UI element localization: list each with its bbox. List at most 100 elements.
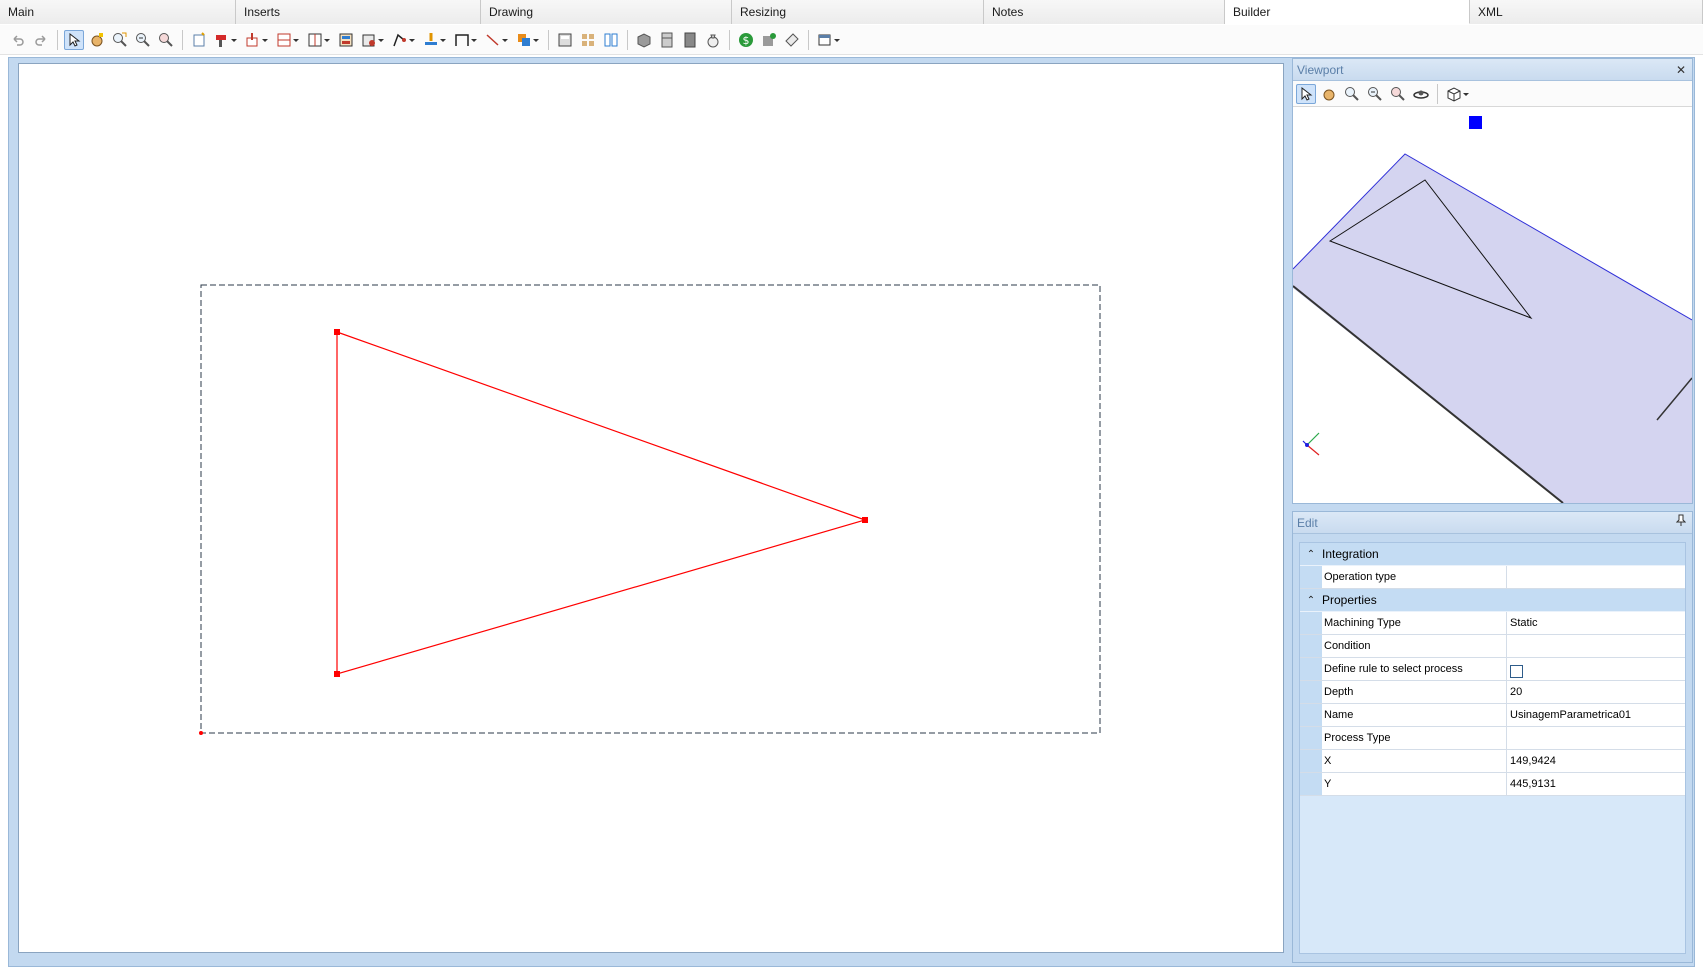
dimension-icon[interactable] — [452, 30, 480, 50]
grid-icon[interactable] — [578, 30, 598, 50]
ribbon-tabs: Main Inserts Drawing Resizing Notes Buil… — [0, 0, 1703, 24]
zoom-extents-icon[interactable] — [1388, 84, 1408, 104]
zoom-extents-icon[interactable] — [156, 30, 176, 50]
collapse-icon[interactable]: ⌃ — [1300, 589, 1322, 611]
orbit-icon[interactable] — [1411, 84, 1431, 104]
tab-inserts[interactable]: Inserts — [236, 0, 481, 24]
cabinet-icon[interactable] — [657, 30, 677, 50]
dollar-icon[interactable]: $ — [736, 30, 756, 50]
edge-icon[interactable] — [359, 30, 387, 50]
zoom-window-icon[interactable] — [110, 30, 130, 50]
line-tool-icon[interactable] — [390, 30, 418, 50]
close-icon[interactable]: ✕ — [1676, 59, 1686, 81]
property-value[interactable]: UsinagemParametrica01 — [1507, 704, 1685, 726]
edit-panel: Edit ⌃ Integration Operation type ⌃ Prop… — [1292, 511, 1693, 963]
property-value[interactable]: 20 — [1507, 681, 1685, 703]
material-icon[interactable] — [759, 30, 779, 50]
zoom-in-icon[interactable] — [1342, 84, 1362, 104]
panel-icon[interactable] — [274, 30, 302, 50]
view-cube-marker[interactable] — [1469, 116, 1482, 129]
property-row-machining-type[interactable]: Machining Type Static — [1300, 612, 1685, 635]
money-bag-icon[interactable] — [703, 30, 723, 50]
vertex-handle-right[interactable] — [862, 517, 868, 523]
copy-icon[interactable] — [514, 30, 542, 50]
origin-point — [199, 731, 203, 735]
viewport-panel: Viewport ✕ — [1292, 58, 1693, 504]
pan-icon[interactable] — [87, 30, 107, 50]
hardware-icon[interactable] — [336, 30, 356, 50]
viewport-toolbar — [1293, 81, 1692, 107]
property-row-process-type[interactable]: Process Type — [1300, 727, 1685, 750]
drill-icon[interactable] — [212, 30, 240, 50]
property-name: Condition — [1322, 635, 1507, 657]
door-icon[interactable] — [680, 30, 700, 50]
insert-part-icon[interactable] — [243, 30, 271, 50]
drawing-canvas[interactable] — [18, 63, 1284, 953]
property-row-operation-type[interactable]: Operation type — [1300, 566, 1685, 589]
property-name: Process Type — [1322, 727, 1507, 749]
property-row-name[interactable]: Name UsinagemParametrica01 — [1300, 704, 1685, 727]
frame-icon[interactable] — [305, 30, 333, 50]
property-row-x[interactable]: X 149,9424 — [1300, 750, 1685, 773]
viewport-svg — [1292, 116, 1693, 504]
tab-xml[interactable]: XML — [1470, 0, 1703, 24]
axis-triad-icon — [1302, 432, 1320, 456]
property-value[interactable]: 445,9131 — [1507, 773, 1685, 795]
select-icon[interactable] — [64, 29, 84, 50]
property-name: X — [1322, 750, 1507, 772]
property-grid: ⌃ Integration Operation type ⌃ Propertie… — [1299, 542, 1686, 954]
category-integration[interactable]: ⌃ Integration — [1300, 543, 1685, 566]
zoom-out-icon[interactable] — [1365, 84, 1385, 104]
property-value[interactable] — [1507, 727, 1685, 749]
viewport-title-bar: Viewport ✕ — [1293, 59, 1692, 81]
collapse-icon[interactable]: ⌃ — [1300, 543, 1322, 565]
undo-icon[interactable] — [8, 30, 28, 50]
property-row-define-rule[interactable]: Define rule to select process — [1300, 658, 1685, 681]
triangle-path[interactable] — [336, 331, 867, 675]
drawing-svg — [199, 284, 1101, 735]
property-row-y[interactable]: Y 445,9131 — [1300, 773, 1685, 796]
svg-text:$: $ — [743, 34, 750, 47]
tab-drawing[interactable]: Drawing — [481, 0, 732, 24]
property-name: Y — [1322, 773, 1507, 795]
new-part-icon[interactable] — [189, 30, 209, 50]
tab-notes[interactable]: Notes — [984, 0, 1225, 24]
define-rule-checkbox[interactable] — [1510, 664, 1523, 678]
viewport-3d-view[interactable] — [1292, 108, 1693, 504]
property-value[interactable]: Static — [1507, 612, 1685, 634]
tab-builder[interactable]: Builder — [1225, 0, 1470, 24]
select-icon[interactable] — [1296, 83, 1316, 104]
box-icon[interactable] — [634, 30, 654, 50]
category-properties[interactable]: ⌃ Properties — [1300, 589, 1685, 612]
vertex-handle-top[interactable] — [334, 329, 340, 335]
category-label: Properties — [1322, 593, 1377, 607]
property-name: Define rule to select process — [1322, 658, 1507, 680]
tab-resizing[interactable]: Resizing — [732, 0, 984, 24]
category-label: Integration — [1322, 547, 1379, 561]
pan-icon[interactable] — [1319, 84, 1339, 104]
pin-icon[interactable] — [421, 30, 449, 50]
label-icon[interactable] — [782, 30, 802, 50]
board-3d — [1293, 154, 1692, 503]
calculator-icon[interactable] — [555, 30, 575, 50]
segment-icon[interactable] — [483, 30, 511, 50]
property-row-condition[interactable]: Condition — [1300, 635, 1685, 658]
vertex-handle-bottom[interactable] — [334, 671, 340, 677]
property-name: Depth — [1322, 681, 1507, 703]
edit-title-bar: Edit — [1293, 512, 1692, 534]
property-name: Name — [1322, 704, 1507, 726]
property-value[interactable] — [1507, 635, 1685, 657]
property-value[interactable]: 149,9424 — [1507, 750, 1685, 772]
tab-main[interactable]: Main — [0, 0, 236, 24]
pin-icon[interactable] — [1675, 512, 1687, 534]
main-toolbar: $ — [0, 25, 1703, 55]
zoom-out-icon[interactable] — [133, 30, 153, 50]
property-row-depth[interactable]: Depth 20 — [1300, 681, 1685, 704]
edit-title: Edit — [1297, 516, 1318, 530]
window-layout-icon[interactable] — [815, 30, 843, 50]
split-icon[interactable] — [601, 30, 621, 50]
property-value[interactable] — [1507, 566, 1685, 588]
redo-icon[interactable] — [31, 30, 51, 50]
property-name: Operation type — [1322, 566, 1507, 588]
view-cube-icon[interactable] — [1444, 84, 1472, 104]
